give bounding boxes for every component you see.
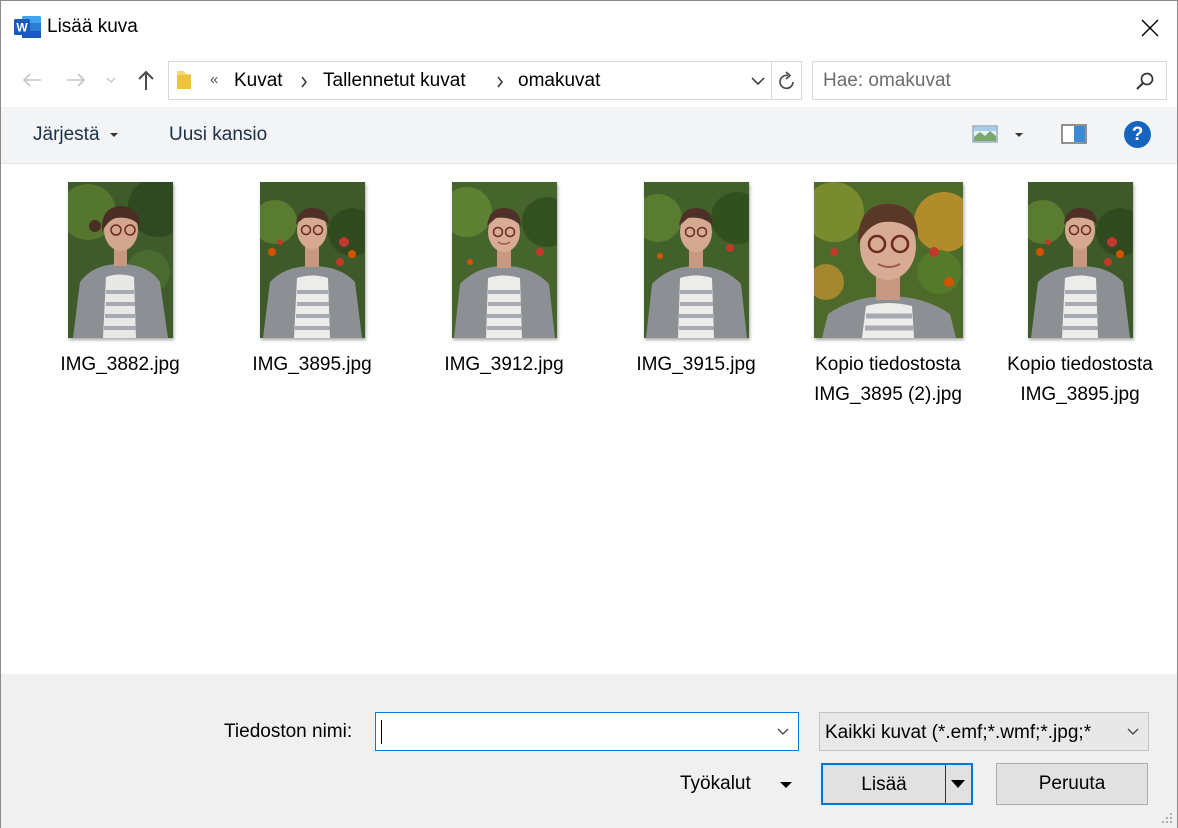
- folder-icon: [177, 71, 191, 89]
- insert-options-caret-icon[interactable]: [951, 780, 965, 788]
- file-name: IMG_3915.jpg: [636, 354, 756, 375]
- chevron-down-icon: [1127, 728, 1139, 735]
- file-item[interactable]: IMG_3895.jpg: [232, 182, 392, 380]
- image-thumbnail: [67, 182, 173, 338]
- chevron-right-icon[interactable]: [496, 76, 504, 88]
- file-type-value: Kaikki kuvat (*.emf;*.wmf;*.jpg;*: [825, 722, 1092, 743]
- filename-combobox[interactable]: [375, 712, 799, 751]
- search-input[interactable]: [823, 62, 1123, 99]
- chevron-right-icon[interactable]: [300, 76, 308, 88]
- search-box[interactable]: [812, 61, 1167, 100]
- insert-button[interactable]: Lisää: [821, 763, 973, 805]
- split-divider: [945, 765, 946, 803]
- file-name: Kopio tiedostosta IMG_3895 (2).jpg: [814, 354, 962, 405]
- file-item[interactable]: IMG_3912.jpg: [424, 182, 584, 380]
- address-bar[interactable]: « Kuvat Tallennetut kuvat omakuvat: [168, 61, 802, 100]
- file-name: Kopio tiedostosta IMG_3895.jpg: [1007, 354, 1153, 405]
- address-history-dropdown[interactable]: [747, 70, 769, 92]
- chevron-down-icon: [777, 728, 789, 735]
- window-title: Lisää kuva: [47, 16, 138, 37]
- back-button[interactable]: [17, 65, 47, 95]
- file-name: IMG_3882.jpg: [60, 354, 180, 375]
- file-name: IMG_3895.jpg: [252, 354, 372, 375]
- file-item[interactable]: IMG_3915.jpg: [616, 182, 776, 380]
- close-button[interactable]: [1127, 9, 1173, 47]
- file-list: IMG_3882.jpg IMG_3895.jpg IMG_3912.jpg I…: [1, 164, 1177, 674]
- arrow-left-icon: [22, 73, 41, 87]
- breadcrumb-omakuvat[interactable]: omakuvat: [518, 70, 600, 92]
- image-thumbnail: [259, 182, 365, 338]
- file-name: IMG_3912.jpg: [444, 354, 564, 375]
- filename-label: Tiedoston nimi:: [224, 721, 353, 742]
- view-options-caret-icon[interactable]: [1015, 133, 1023, 137]
- breadcrumb-overflow[interactable]: «: [210, 71, 218, 88]
- image-thumbnail: [813, 182, 963, 338]
- up-button[interactable]: [131, 65, 161, 95]
- file-type-select[interactable]: Kaikki kuvat (*.emf;*.wmf;*.jpg;*: [819, 712, 1149, 751]
- chevron-down-icon: [106, 77, 116, 83]
- new-folder-button[interactable]: Uusi kansio: [169, 124, 267, 146]
- command-bar: Järjestä Uusi kansio ?: [1, 107, 1177, 164]
- close-icon: [1141, 19, 1159, 37]
- arrow-up-icon: [138, 70, 154, 90]
- file-type-dropdown-button[interactable]: [1124, 723, 1142, 741]
- filename-input[interactable]: [380, 715, 770, 748]
- insert-picture-dialog: W Lisää kuva « Kuvat Tallennetut kuvat o…: [0, 0, 1178, 828]
- filename-dropdown-button[interactable]: [774, 723, 792, 741]
- breadcrumb-kuvat[interactable]: Kuvat: [234, 70, 283, 92]
- image-thumbnail: [643, 182, 749, 338]
- cancel-button[interactable]: Peruuta: [996, 763, 1148, 805]
- forward-button[interactable]: [61, 65, 91, 95]
- word-app-icon: W: [14, 16, 41, 38]
- preview-pane-icon[interactable]: [1061, 124, 1087, 144]
- caret-down-icon[interactable]: [110, 133, 118, 137]
- bottom-panel: Tiedoston nimi: Kaikki kuvat (*.emf;*.wm…: [1, 674, 1177, 828]
- arrow-right-icon: [67, 73, 86, 87]
- chevron-down-icon: [751, 77, 765, 85]
- image-thumbnail: [1027, 182, 1133, 338]
- image-thumbnail: [451, 182, 557, 338]
- resize-grip-icon[interactable]: [1161, 812, 1173, 824]
- text-cursor: [381, 720, 382, 744]
- file-item[interactable]: Kopio tiedostosta IMG_3895.jpg: [1000, 182, 1160, 410]
- insert-button-label: Lisää: [861, 774, 907, 795]
- help-icon[interactable]: ?: [1124, 121, 1151, 148]
- refresh-button[interactable]: [771, 62, 802, 99]
- svg-text:W: W: [16, 21, 28, 35]
- search-icon[interactable]: [1135, 71, 1155, 91]
- recent-locations-button[interactable]: [98, 65, 124, 95]
- title-bar: W Lisää kuva: [1, 1, 1177, 55]
- caret-down-icon[interactable]: [780, 782, 792, 788]
- change-view-icon[interactable]: [972, 125, 998, 143]
- organize-button[interactable]: Järjestä: [33, 124, 100, 146]
- breadcrumb-tallennetut-kuvat[interactable]: Tallennetut kuvat: [323, 70, 466, 92]
- file-item[interactable]: Kopio tiedostosta IMG_3895 (2).jpg: [808, 182, 968, 410]
- tools-menu-button[interactable]: Työkalut: [680, 773, 751, 795]
- refresh-icon: [779, 70, 794, 89]
- file-item[interactable]: IMG_3882.jpg: [40, 182, 200, 380]
